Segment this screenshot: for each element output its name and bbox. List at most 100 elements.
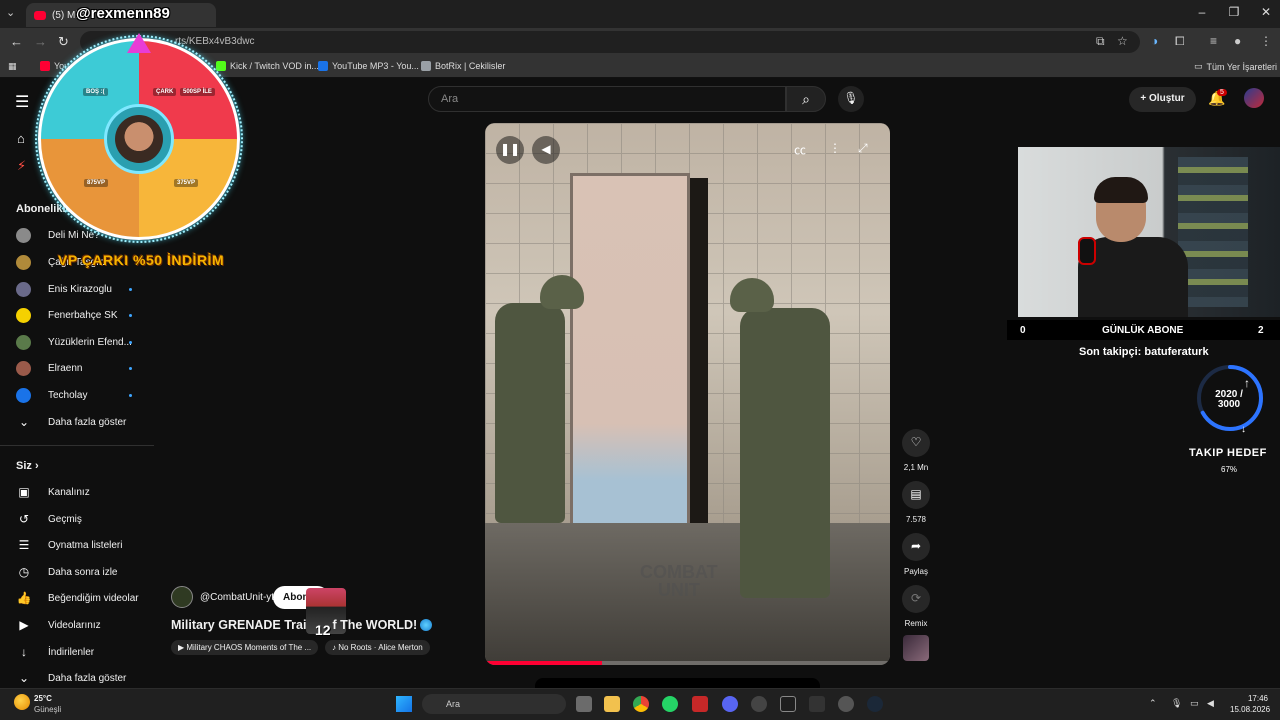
wheel-label-empty: BOŞ :( [83,88,108,96]
arrow-up-icon: ↑ [1244,376,1250,390]
video-door [570,173,690,533]
tray-chevron-icon[interactable]: ⌃ [1149,698,1157,709]
red-app-icon[interactable] [692,696,708,712]
share-icon: ➦ [902,533,930,561]
forward-icon[interactable]: → [34,34,47,49]
obs-icon[interactable] [838,696,854,712]
profile-icon[interactable]: ● [1234,34,1241,48]
game-icon[interactable] [809,696,825,712]
windows-start-icon[interactable] [396,696,412,712]
sidebar-item-your-channel[interactable]: ▣ Kanalınız [16,482,89,502]
remix-button[interactable]: ⟳ Remix [901,585,931,628]
hamburger-menu-icon[interactable]: ☰ [15,92,29,112]
bookmark-ytmp3[interactable]: YouTube MP3 - You... [318,61,419,71]
sidebar-subscription[interactable]: Yüzüklerin Efend... [16,332,146,352]
mic-icon: 🎙 [843,91,859,105]
url-field[interactable]: rts/KEBx4vB3dwc [80,31,1140,53]
sidebar-item-your-videos[interactable]: ▶ Videolarınız [16,615,101,635]
menu-dots-icon[interactable]: ⋮ [1260,34,1272,48]
voice-search-button[interactable]: 🎙 [838,86,864,112]
minimize-icon[interactable]: – [1189,5,1215,19]
search-button[interactable]: ⌕ [786,86,826,112]
subscription-avatar [16,360,31,376]
chrome-icon[interactable] [633,696,649,712]
download-icon: ↓ [21,645,27,659]
video-progress-bar[interactable] [485,661,890,665]
new-content-dot [129,366,132,370]
shorts-icon[interactable]: ⚡ [17,158,26,174]
steam-icon[interactable] [867,696,883,712]
comments-button[interactable]: ▤ 7.578 [901,481,931,524]
close-window-icon[interactable]: ✕ [1253,5,1279,19]
search-input[interactable]: Ara [428,86,786,112]
sidebar-subscription[interactable]: Fenerbahçe SK [16,305,146,325]
extension-icon[interactable]: ◑ [1151,34,1158,48]
last-follower: Son takipçi: batuferaturk [1079,346,1209,358]
follow-goal-title: TAKIP HEDEF [1189,447,1267,459]
tray-network-icon[interactable]: ▭ [1190,698,1199,709]
bookmark-botrix[interactable]: BotRix | Cekilisler [421,61,505,71]
sidebar-item-liked-videos[interactable]: 👍 Beğendiğim videolar [16,588,139,608]
app-icon[interactable] [751,696,767,712]
fullscreen-icon[interactable]: ⤢ [858,141,868,156]
you-section-title[interactable]: Siz › [16,460,39,472]
sound-thumbnail[interactable] [903,635,929,661]
sidebar-subscription[interactable]: Elraenn [16,358,146,378]
task-view-icon[interactable] [576,696,592,712]
history-icon: ↺ [18,512,30,526]
pause-button[interactable]: ❚❚ [496,136,524,164]
clock-time: 17:46 [1247,694,1268,703]
apps-grid-icon[interactable]: ▦ [8,61,17,72]
subscription-name: Fenerbahçe SK [48,309,118,321]
goal-title: GÜNLÜK ABONE [1102,325,1184,336]
sidebar-item-show-more[interactable]: ⌄ Daha fazla göster [16,668,126,688]
streamer-watermark: @rexmenn89 [76,5,170,22]
puzzle-icon[interactable]: ⧠ [1175,34,1185,49]
all-bookmarks[interactable]: ▭ Tüm Yer İşaretleri [1194,61,1277,72]
shorts-video-player[interactable]: ❚❚ ◀ ㏄ ⋮ ⤢ COMBAT UNIT [485,123,890,665]
wheel-label-wheel: ÇARK [153,88,177,96]
sidebar-item-watch-later[interactable]: ◷ Daha sonra izle [16,562,118,582]
taskbar-clock[interactable]: 17:46 15.08.2026 [1230,693,1270,715]
whatsapp-icon[interactable] [662,696,678,712]
taskbar-search[interactable]: Ara [422,694,566,714]
sidebar-item-playlists[interactable]: ☰ Oynatma listeleri [16,535,123,555]
sidebar-item-downloads[interactable]: ↓ İndirilenler [16,642,94,662]
home-icon[interactable]: ⌂ [17,131,25,146]
video-progress-fill [485,661,603,665]
sidebar-subscription[interactable]: Enis Kirazoglu [16,279,146,299]
sound-pill[interactable]: ♪ No Roots · Alice Merton [325,640,430,655]
create-button[interactable]: + Oluştur [1129,87,1196,112]
sidebar-item-history[interactable]: ↺ Geçmiş [16,509,82,529]
share-button[interactable]: ➦ Paylaş [901,533,931,576]
streamer-avatar [115,115,163,163]
install-app-icon[interactable]: ⧉ [1096,34,1105,49]
channel-avatar[interactable] [171,586,193,608]
discord-icon[interactable] [722,696,738,712]
channel-name[interactable]: @CombatUnit-yt [200,592,274,603]
terminal-icon[interactable] [780,696,796,712]
bookmark-kick[interactable]: Kick / Twitch VOD in... [216,61,319,71]
playlist-pill[interactable]: ▶ Military CHAOS Moments of The ... [171,640,319,655]
maximize-icon[interactable]: ❐ [1221,5,1247,19]
file-explorer-icon[interactable] [604,696,620,712]
reload-icon[interactable]: ↻ [58,34,69,50]
more-options-icon[interactable]: ⋮ [829,141,841,155]
tray-volume-icon[interactable]: ◀ [1207,698,1214,709]
reading-list-icon[interactable]: ≡ [1210,34,1217,48]
back-icon[interactable]: ← [10,34,23,49]
soldier-right [740,308,830,598]
account-avatar[interactable] [1244,88,1264,108]
captions-icon[interactable]: ㏄ [794,141,806,158]
like-button[interactable]: ♡ 2,1 Mn [901,429,931,472]
star-icon[interactable]: ☆ [1117,34,1128,48]
show-more-subscriptions[interactable]: ⌄ Daha fazla göster [16,412,126,432]
arrow-down-icon: ↓ [1241,424,1246,434]
sidebar-item-label: Videolarınız [48,619,101,631]
tray-mic-icon[interactable]: 🎙 [1171,698,1182,709]
weather-sun-icon[interactable] [14,694,30,710]
volume-button[interactable]: ◀ [532,136,560,164]
sidebar-subscription[interactable]: Techolay [16,385,146,405]
tab-search-icon[interactable]: ⌄ [6,6,15,19]
wheel-center [104,104,174,174]
